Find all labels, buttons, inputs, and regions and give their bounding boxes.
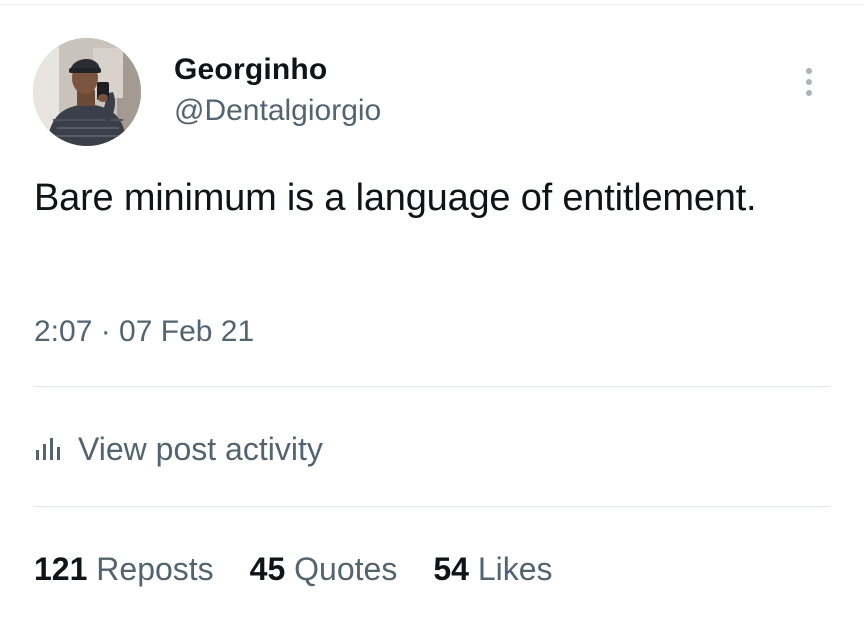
reposts-label: Reposts [96, 551, 214, 587]
quotes-label: Quotes [294, 551, 398, 587]
likes-stat[interactable]: 54 Likes [433, 549, 552, 589]
quotes-count: 45 [249, 551, 295, 587]
more-vertical-icon [806, 68, 812, 74]
more-options-button[interactable] [794, 60, 824, 104]
top-divider [0, 4, 864, 5]
tweet-text: Bare minimum is a language of entitlemen… [34, 177, 757, 219]
avatar-image [33, 38, 141, 146]
likes-count: 54 [433, 551, 478, 587]
avatar[interactable] [33, 38, 141, 146]
view-post-activity-link[interactable]: View post activity [34, 429, 323, 469]
view-post-activity-label: View post activity [78, 431, 323, 467]
engagement-stats: 121 Reposts 45 Quotes 54 Likes [34, 549, 589, 589]
author-name[interactable]: Georginho [174, 52, 327, 88]
reposts-stat[interactable]: 121 Reposts [34, 549, 214, 589]
more-vertical-icon-dot [806, 90, 812, 96]
reposts-count: 121 [34, 551, 97, 587]
bar-chart-icon [36, 438, 60, 460]
divider [34, 506, 830, 507]
divider [34, 386, 830, 387]
quotes-stat[interactable]: 45 Quotes [250, 549, 398, 589]
tweet: Georginho @Dentalgiorgio Bare minimum is… [0, 0, 864, 620]
author-handle[interactable]: @Dentalgiorgio [174, 93, 381, 129]
likes-label: Likes [477, 551, 553, 587]
timestamp[interactable]: 2:07 · 07 Feb 21 [34, 314, 254, 350]
more-vertical-icon-dot [806, 79, 812, 85]
